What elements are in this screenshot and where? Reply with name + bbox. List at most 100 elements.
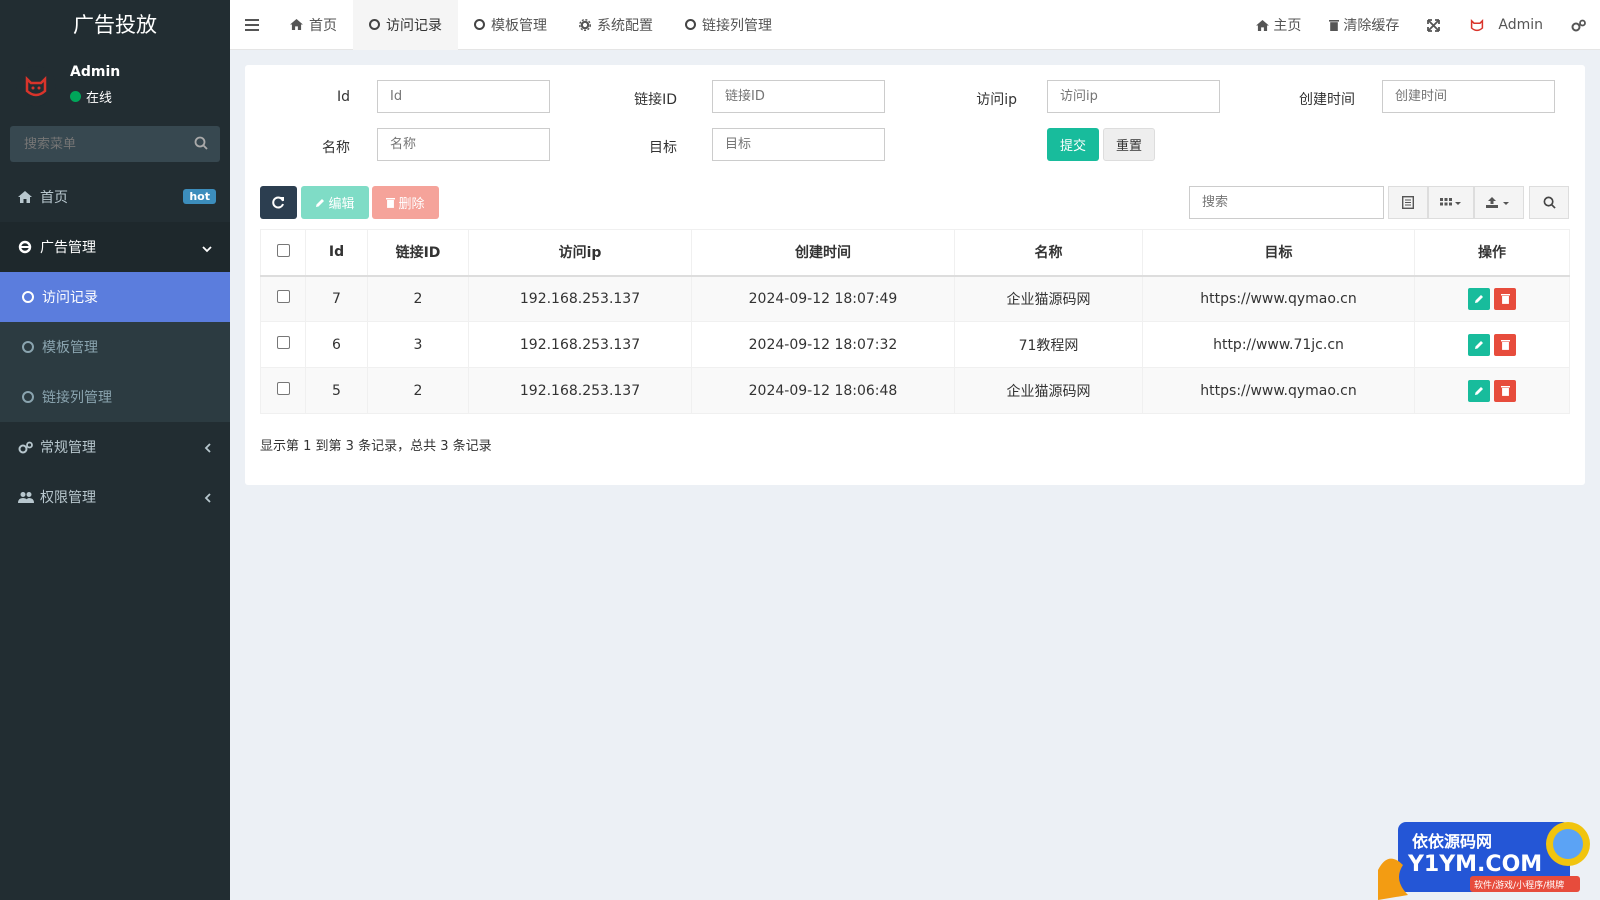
column-header[interactable]: 创建时间 — [691, 229, 955, 277]
export-button[interactable] — [1474, 186, 1524, 219]
filter-ip-input[interactable] — [1047, 80, 1220, 113]
column-header[interactable]: Id — [305, 229, 368, 277]
cell-name: 企业猫源码网 — [954, 275, 1143, 322]
filter-link-id-input[interactable] — [712, 80, 885, 113]
row-select[interactable] — [260, 275, 306, 322]
sidebar-item-general[interactable]: 常规管理 — [0, 422, 230, 472]
filter-target-input[interactable] — [712, 128, 885, 161]
trash-icon — [1500, 386, 1510, 396]
edit-button[interactable]: 编辑 — [301, 186, 369, 219]
header-select-all[interactable] — [260, 229, 306, 277]
row-delete-button[interactable] — [1494, 287, 1516, 310]
circle-icon — [22, 391, 34, 403]
home-link[interactable]: 主页 — [1242, 15, 1315, 35]
records-table: Id 链接ID 访问ip 创建时间 名称 目标 操作 7 2 192.168.2… — [260, 229, 1570, 414]
submit-button[interactable]: 提交 — [1047, 128, 1099, 161]
tab-label: 访问记录 — [386, 17, 442, 34]
sidebar-item-link-columns[interactable]: 链接列管理 — [0, 372, 230, 422]
topbar: 首页 访问记录 模板管理 系统配置 链接列管理 主页 清除缓存 Admin — [230, 0, 1600, 50]
sidebar-item-permissions[interactable]: 权限管理 — [0, 472, 230, 522]
tab-link-columns[interactable]: 链接列管理 — [669, 0, 788, 50]
users-icon — [18, 491, 34, 503]
sidebar-item-ad-management[interactable]: 广告管理 — [0, 222, 230, 272]
sidebar-item-visit-records[interactable]: 访问记录 — [0, 272, 230, 322]
topbar-right: 主页 清除缓存 Admin — [1242, 0, 1600, 50]
sidebar-item-home[interactable]: 首页 hot — [0, 172, 230, 222]
sidebar-item-label: 模板管理 — [42, 340, 98, 356]
home-icon — [1256, 19, 1270, 31]
row-delete-button[interactable] — [1494, 379, 1516, 402]
watermark-logo: 依依源码网 Y1YM.COM 软件/游戏/小程序/棋牌 — [1378, 810, 1600, 900]
sidebar-search — [10, 126, 220, 162]
cell-id: 5 — [305, 367, 368, 414]
sidebar-item-label: 常规管理 — [40, 440, 96, 456]
table-row[interactable]: 7 2 192.168.253.137 2024-09-12 18:07:49 … — [260, 275, 1570, 322]
sidebar-item-label: 访问记录 — [42, 290, 98, 306]
column-header[interactable]: 访问ip — [468, 229, 692, 277]
row-checkbox[interactable] — [276, 336, 290, 349]
filter-created-input[interactable] — [1382, 80, 1555, 113]
sidebar-item-templates[interactable]: 模板管理 — [0, 322, 230, 372]
row-select[interactable] — [260, 321, 306, 368]
row-delete-button[interactable] — [1494, 333, 1516, 356]
row-select[interactable] — [260, 367, 306, 414]
menu-search-input[interactable] — [10, 126, 220, 162]
watermark-line2: Y1YM.COM — [1407, 852, 1542, 877]
row-edit-button[interactable] — [1468, 333, 1490, 356]
row-edit-button[interactable] — [1468, 379, 1490, 402]
watermark-line3: 软件/游戏/小程序/棋牌 — [1474, 879, 1564, 891]
refresh-button[interactable] — [260, 186, 297, 219]
fullscreen-icon[interactable] — [1413, 18, 1454, 32]
filter-label-id: Id — [336, 89, 350, 105]
home-icon — [290, 19, 303, 30]
clear-cache-button[interactable]: 清除缓存 — [1315, 15, 1413, 35]
columns-button[interactable] — [1428, 186, 1474, 219]
export-icon — [1486, 196, 1509, 208]
sidebar-item-label: 广告管理 — [40, 240, 96, 256]
advanced-search-button[interactable] — [1529, 186, 1569, 219]
tab-label: 首页 — [309, 17, 337, 34]
sidebar: 广告投放 Admin 在线 首页 hot 广告管理 — [0, 0, 230, 900]
search-icon — [1543, 196, 1556, 209]
watermark-line1: 依依源码网 — [1412, 832, 1492, 851]
settings-icon[interactable] — [1557, 19, 1600, 32]
cogs-icon — [18, 441, 34, 454]
cat-logo-icon — [25, 75, 47, 97]
select-all-checkbox[interactable] — [276, 243, 290, 257]
table-row[interactable]: 5 2 192.168.253.137 2024-09-12 18:06:48 … — [260, 367, 1570, 414]
column-header[interactable]: 链接ID — [367, 229, 469, 277]
cell-ip: 192.168.253.137 — [468, 321, 692, 368]
reset-button[interactable]: 重置 — [1103, 128, 1155, 161]
column-header[interactable]: 目标 — [1142, 229, 1415, 277]
content-panel: Id 链接ID 访问ip 创建时间 名称 目标 提交 重置 编辑 删除 Id — [245, 65, 1585, 485]
cell-actions — [1414, 321, 1570, 368]
sidebar-item-label: 链接列管理 — [42, 390, 112, 406]
row-checkbox[interactable] — [276, 290, 290, 304]
row-checkbox[interactable] — [276, 382, 290, 395]
online-dot-icon — [70, 91, 81, 102]
filter-name-input[interactable] — [377, 128, 550, 161]
table-row[interactable]: 6 3 192.168.253.137 2024-09-12 18:07:32 … — [260, 321, 1570, 368]
sidebar-menu: 首页 hot 广告管理 访问记录 模板管理 链接列管理 常规管理 权限管理 — [0, 172, 230, 522]
table-search-input[interactable] — [1189, 186, 1384, 219]
toggle-view-button[interactable] — [1388, 186, 1428, 219]
user-menu[interactable]: Admin — [1454, 16, 1557, 34]
delete-button[interactable]: 删除 — [372, 186, 439, 219]
sidebar-toggle-icon[interactable] — [230, 0, 274, 50]
sidebar-item-label: 首页 — [40, 190, 68, 206]
brand-title[interactable]: 广告投放 — [0, 0, 230, 50]
column-header[interactable]: 名称 — [954, 229, 1143, 277]
tab-label: 链接列管理 — [702, 17, 772, 34]
tab-visit-records[interactable]: 访问记录 — [353, 0, 458, 50]
trash-icon — [1329, 19, 1340, 31]
hot-badge: hot — [183, 189, 216, 204]
tab-system-config[interactable]: 系统配置 — [563, 0, 669, 50]
circle-icon — [474, 19, 485, 30]
search-icon[interactable] — [194, 136, 208, 150]
row-edit-button[interactable] — [1468, 287, 1490, 310]
tab-home[interactable]: 首页 — [274, 0, 353, 50]
filter-id-input[interactable] — [377, 80, 550, 113]
ad-submenu: 访问记录 模板管理 链接列管理 — [0, 272, 230, 422]
cell-target: https://www.qymao.cn — [1142, 367, 1415, 414]
tab-templates[interactable]: 模板管理 — [458, 0, 563, 50]
